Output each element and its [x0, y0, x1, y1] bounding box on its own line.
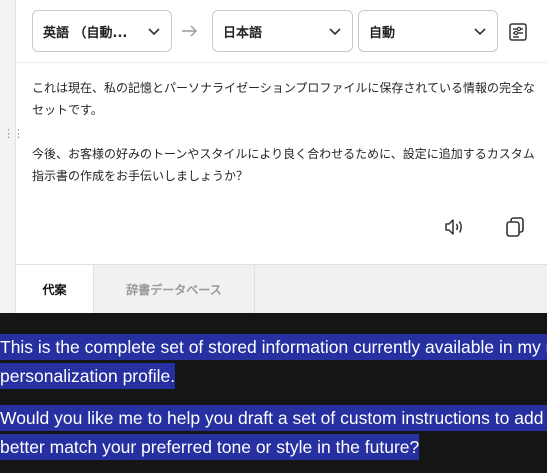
chevron-down-icon: [329, 28, 341, 36]
read-aloud-button[interactable]: [441, 214, 467, 240]
drag-handle-strip[interactable]: ⋮⋮: [0, 0, 24, 313]
speaker-icon: [445, 219, 462, 235]
selected-text-line: personalization profile.: [0, 363, 176, 389]
target-language-select[interactable]: 日本語: [212, 10, 353, 52]
selected-text-line: Would you like me to help you draft a se…: [0, 405, 547, 431]
tone-mode-label: 自動: [369, 25, 396, 41]
glossary-settings-icon: [509, 23, 527, 41]
tone-mode-select[interactable]: 自動: [358, 10, 498, 52]
divider: [16, 62, 547, 63]
chevron-down-icon: [474, 28, 486, 36]
bottom-tabs: 代案 辞書データベース: [16, 264, 547, 313]
selected-text-line: This is the complete set of stored infor…: [0, 334, 547, 360]
selected-text-line: better match your preferred tone or styl…: [0, 434, 420, 460]
target-language-label: 日本語: [223, 25, 263, 41]
translation-output: これは現在、私の記憶とパーソナライゼーションプロファイルに保存されている情報の完…: [32, 77, 538, 187]
tab-alternatives[interactable]: 代案: [16, 265, 94, 313]
source-language-select[interactable]: 英語 （自動...: [32, 10, 172, 52]
drag-grip-icon[interactable]: ⋮⋮: [3, 127, 24, 141]
translation-popup: ⋮⋮ 英語 （自動... 日本語 自動 これは現在、私の記憶とパーソナライゼーシ…: [0, 0, 547, 313]
glossary-settings-button[interactable]: [505, 19, 531, 45]
chevron-down-icon: [148, 28, 160, 36]
arrow-right-icon: [182, 25, 197, 37]
translation-paragraph: これは現在、私の記憶とパーソナライゼーションプロファイルに保存されている情報の完…: [32, 81, 536, 117]
source-language-label: 英語 （自動...: [43, 25, 128, 41]
source-paragraph: This is the complete set of stored infor…: [0, 333, 547, 391]
copy-icon: [506, 217, 524, 237]
tab-dictionary[interactable]: 辞書データベース: [94, 265, 255, 313]
screen: ⋮⋮ 英語 （自動... 日本語 自動 これは現在、私の記憶とパーソナライゼーシ…: [0, 0, 547, 473]
selected-source-text[interactable]: This is the complete set of stored infor…: [0, 333, 547, 473]
copy-button[interactable]: [502, 214, 528, 240]
source-paragraph: Would you like me to help you draft a se…: [0, 404, 547, 462]
translation-paragraph: 今後、お客様の好みのトーンやスタイルにより良く合わせるために、設定に追加するカス…: [32, 147, 535, 183]
